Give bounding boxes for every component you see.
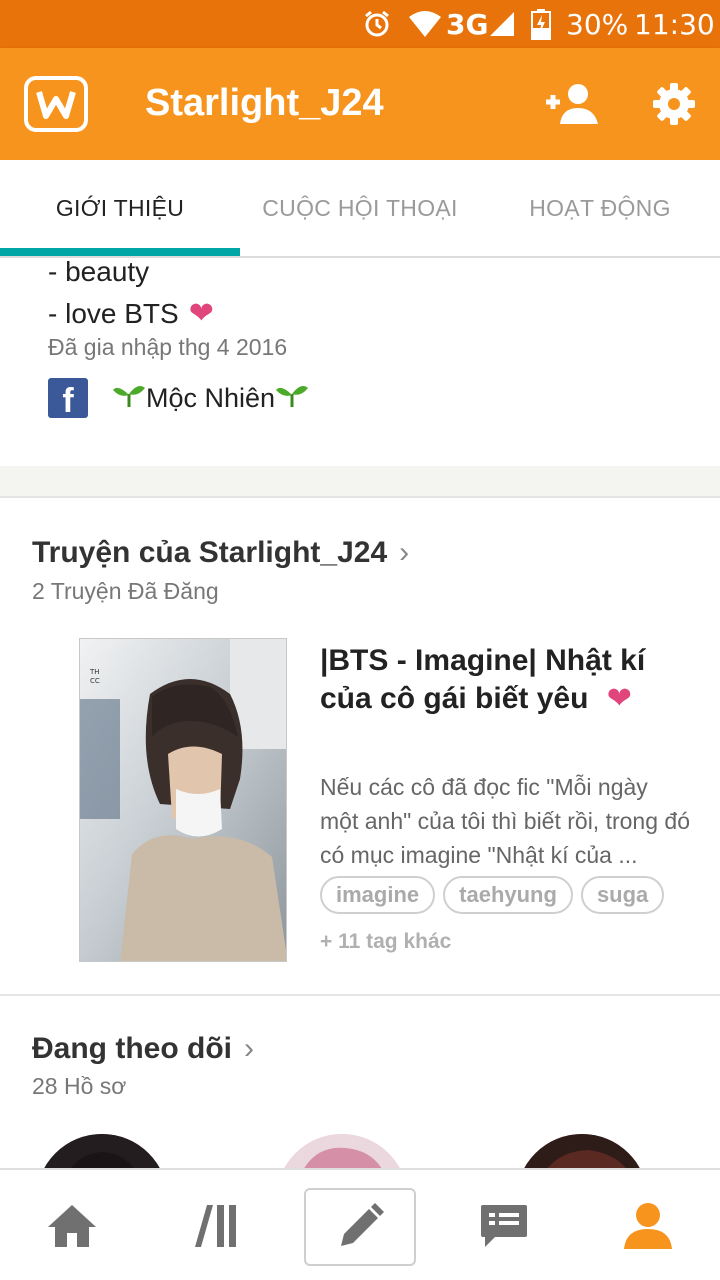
- section-divider: [0, 466, 720, 498]
- library-icon: [195, 1205, 236, 1247]
- more-tags-link[interactable]: + 11 tag khác: [320, 930, 451, 954]
- wattpad-logo-icon[interactable]: [24, 76, 88, 132]
- battery-percent: 30%: [566, 7, 629, 41]
- story-description: Nếu các cô đã đọc fic "Mỗi ngày một anh"…: [320, 774, 690, 868]
- tag-chip[interactable]: suga: [580, 876, 665, 914]
- add-user-icon: [546, 84, 598, 124]
- tab-about[interactable]: GIỚI THIỆU: [0, 160, 240, 256]
- about-line: - love BTS ❤: [48, 296, 214, 331]
- active-tab-indicator: [0, 248, 240, 256]
- profile-tabs: GIỚI THIỆU CUỘC HỘI THOẠI HOẠT ĐỘNG: [0, 160, 720, 258]
- svg-text:CC: CC: [90, 677, 100, 685]
- profile-icon: [624, 1203, 672, 1249]
- tag-chip[interactable]: taehyung: [443, 876, 573, 914]
- section-divider: [0, 994, 720, 996]
- add-user-button[interactable]: [544, 78, 600, 130]
- messages-icon: [481, 1205, 527, 1247]
- sprout-icon: [112, 382, 146, 415]
- svg-text:TH: TH: [89, 668, 100, 676]
- page-title: Starlight_J24: [145, 82, 384, 124]
- story-title-text: |BTS - Imagine| Nhật kí của cô gái biết …: [320, 644, 646, 715]
- nav-home[interactable]: [16, 1170, 128, 1280]
- status-bar: 3G 30% 11:30: [0, 0, 720, 48]
- stories-header[interactable]: Truyện của Starlight_J24 ›: [32, 536, 409, 570]
- facebook-link[interactable]: Mộc Nhiên: [112, 382, 309, 415]
- tag-chip[interactable]: imagine: [320, 876, 436, 914]
- tag-list: imagine taehyung suga: [320, 876, 665, 914]
- chevron-right-icon: ›: [243, 1032, 254, 1065]
- app-bar: Starlight_J24: [0, 48, 720, 160]
- pencil-icon: [341, 1203, 384, 1246]
- nav-library[interactable]: [160, 1170, 272, 1280]
- gear-icon: [653, 83, 695, 125]
- network-type: 3G: [446, 7, 489, 41]
- heart-icon: ❤: [606, 682, 632, 715]
- settings-button[interactable]: [646, 78, 702, 130]
- nav-profile[interactable]: [592, 1170, 704, 1280]
- facebook-icon[interactable]: f: [48, 378, 88, 418]
- nav-messages[interactable]: [448, 1170, 560, 1280]
- tab-conversations[interactable]: CUỘC HỘI THOẠI: [240, 160, 480, 256]
- join-date: Đã gia nhập thg 4 2016: [48, 334, 288, 360]
- bottom-navigation: [0, 1168, 720, 1280]
- signal-icon: [488, 0, 516, 48]
- home-icon: [48, 1205, 96, 1247]
- facebook-name: Mộc Nhiên: [146, 383, 276, 413]
- tab-activity[interactable]: HOẠT ĐỘNG: [480, 160, 720, 256]
- sprout-icon: [275, 382, 309, 415]
- clock: 11:30: [634, 7, 715, 41]
- chevron-right-icon: ›: [399, 536, 410, 569]
- story-title[interactable]: |BTS - Imagine| Nhật kí của cô gái biết …: [320, 642, 700, 718]
- stories-count: 2 Truyện Đã Đăng: [32, 578, 219, 604]
- nav-write[interactable]: [304, 1188, 416, 1266]
- story-cover[interactable]: TH CC: [79, 638, 287, 962]
- heart-icon: ❤: [188, 297, 214, 330]
- about-line: - beauty: [48, 256, 150, 287]
- alarm-icon: [362, 0, 392, 48]
- following-title: Đang theo dõi: [32, 1032, 232, 1065]
- facebook-letter: f: [62, 382, 74, 418]
- battery-charging-icon: [530, 0, 552, 48]
- following-count: 28 Hồ sơ: [32, 1073, 127, 1099]
- stories-title: Truyện của Starlight_J24: [32, 536, 388, 569]
- about-text: - love BTS: [48, 297, 179, 329]
- wifi-icon: [408, 0, 442, 48]
- following-header[interactable]: Đang theo dõi ›: [32, 1032, 254, 1066]
